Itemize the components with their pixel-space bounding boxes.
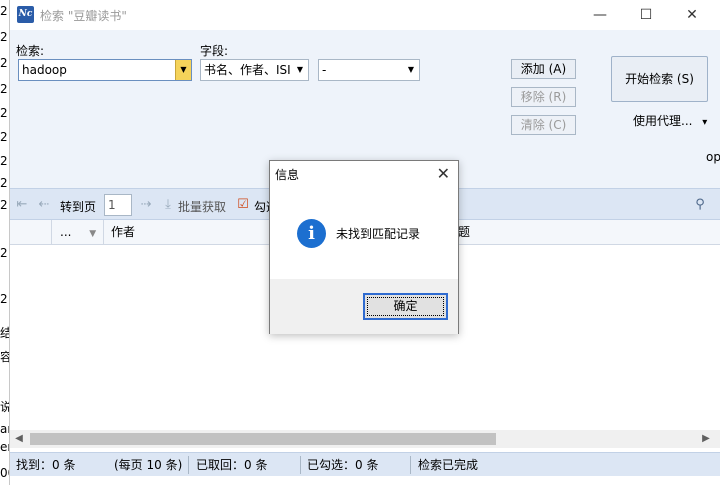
chevron-down-icon[interactable]: ▼ — [292, 60, 308, 80]
status-divider — [188, 456, 189, 474]
background-text: 2 — [0, 130, 8, 144]
background-text: 005 — [0, 466, 9, 480]
status-retrieved: 已取回：0 条 — [196, 458, 268, 472]
operator-select[interactable]: - ▼ — [318, 59, 420, 81]
add-button[interactable]: 添加 (A) — [511, 59, 576, 79]
background-text: 2 — [0, 30, 8, 44]
app-logo-icon: Nc — [17, 6, 34, 23]
keyword-input[interactable]: hadoop — [22, 63, 67, 77]
info-dialog: 信息 ✕ i 未找到匹配记录 确定 — [269, 160, 459, 334]
field-select[interactable]: 书名、作者、ISI ▼ — [200, 59, 309, 81]
grid-column-index[interactable]: ... ▼ — [52, 220, 104, 244]
window-title: 检索 "豆瓣读书" — [40, 9, 127, 23]
background-text: 2 — [0, 198, 8, 212]
background-text: op — [706, 150, 720, 164]
next-page-icon[interactable]: ⇢ — [138, 197, 154, 213]
chevron-down-icon[interactable]: ▼ — [175, 60, 191, 80]
start-search-button[interactable]: 开始检索 (S) — [611, 56, 708, 102]
page-number-input[interactable]: 1 — [104, 194, 132, 216]
remove-button[interactable]: 移除 (R) — [511, 87, 576, 107]
close-icon[interactable]: ✕ — [437, 164, 450, 183]
background-text: 2 — [0, 176, 8, 190]
status-checked: 已勾选：0 条 — [307, 458, 379, 472]
batch-fetch-button[interactable]: 批量获取 — [178, 198, 226, 215]
background-text: 2 — [0, 82, 8, 96]
first-page-icon[interactable]: ⇤ — [14, 197, 30, 213]
status-divider — [410, 456, 411, 474]
proxy-label[interactable]: 使用代理... — [633, 114, 692, 128]
grid-column-author[interactable]: 作者 — [104, 220, 274, 244]
background-text: 结 — [0, 326, 9, 340]
grid-column-label: ... — [60, 225, 72, 239]
bottom-strip — [10, 476, 720, 485]
proxy-menu[interactable]: 使用代理... ▾ — [633, 112, 707, 129]
clear-button[interactable]: 清除 (C) — [511, 115, 576, 135]
prev-page-icon[interactable]: ⇠ — [36, 197, 52, 213]
dialog-message: 未找到匹配记录 — [336, 227, 421, 241]
background-text: an — [0, 422, 9, 436]
field-select-value: 书名、作者、ISI — [204, 63, 291, 77]
chevron-down-icon[interactable]: ▼ — [403, 60, 419, 80]
minimize-button[interactable]: — — [577, 0, 623, 30]
keyword-combo[interactable]: hadoop ▼ — [18, 59, 192, 81]
field-label: 字段: — [200, 44, 229, 58]
background-text: 说 — [0, 400, 9, 414]
status-bar: 找到：0 条 (每页 10 条) 已取回：0 条 已勾选：0 条 检索已完成 — [10, 452, 720, 476]
batch-fetch-icon[interactable]: ⤓ — [160, 197, 176, 213]
info-icon: i — [297, 219, 326, 248]
title-bar[interactable]: Nc 检索 "豆瓣读书" — ☐ ✕ — [10, 0, 720, 30]
background-text: 2 — [0, 56, 8, 70]
background-text: 2 — [0, 154, 8, 168]
chevron-down-icon[interactable]: ▾ — [702, 117, 707, 128]
scrollbar-thumb[interactable] — [30, 433, 496, 445]
background-text: 2 — [0, 106, 8, 120]
operator-select-value: - — [322, 63, 327, 77]
keyword-label: 检索: — [16, 44, 45, 58]
scroll-left-icon[interactable]: ◀ — [10, 430, 28, 448]
search-settings-icon[interactable]: ⚲ — [692, 197, 708, 213]
status-found: 找到：0 条 — [16, 458, 76, 472]
scroll-right-icon[interactable]: ▶ — [697, 430, 715, 448]
background-text: 2 — [0, 292, 8, 306]
maximize-button[interactable]: ☐ — [623, 0, 669, 30]
dialog-title: 信息 — [275, 168, 300, 182]
sort-down-icon[interactable]: ▼ — [89, 229, 96, 239]
horizontal-scrollbar[interactable]: ◀ ▶ — [10, 430, 720, 448]
close-window-button[interactable]: ✕ — [669, 0, 715, 30]
ok-button[interactable]: 确定 — [363, 293, 448, 320]
background-window-strip: 2 2 2 2 2 2 2 2 2 2 2 结 容 说 an er 005 — [0, 0, 9, 485]
grid-column-title[interactable]: 题 — [456, 220, 576, 244]
status-state: 检索已完成 — [418, 458, 479, 472]
background-text: 容 — [0, 350, 9, 364]
background-text: 2 — [0, 4, 8, 18]
grid-column-spacer — [10, 220, 52, 244]
background-text: 2 — [0, 246, 8, 260]
status-per-page: (每页 10 条) — [114, 458, 183, 472]
goto-page-label: 转到页 — [60, 200, 97, 214]
checkbox-icon[interactable]: ☑ — [235, 197, 251, 213]
background-text: er — [0, 440, 9, 454]
status-divider — [300, 456, 301, 474]
